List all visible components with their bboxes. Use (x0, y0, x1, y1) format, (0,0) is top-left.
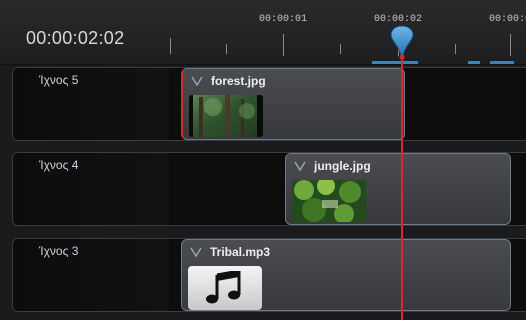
forest-image (189, 95, 263, 137)
ruler-marker (372, 61, 418, 64)
track-header[interactable]: Ίχνος 3 (13, 239, 169, 311)
track-4[interactable]: Ίχνος 4 jungle.jpg (12, 152, 526, 226)
track-name: Ίχνος 5 (39, 73, 79, 87)
clip-tribal[interactable]: Tribal.mp3 (181, 239, 511, 311)
ruler-label: 00:00:0 (488, 14, 526, 25)
clip-title: Tribal.mp3 (210, 245, 271, 259)
playhead-line[interactable] (401, 58, 403, 320)
ruler-tick (340, 44, 341, 54)
ruler-tick (510, 34, 511, 56)
ruler-label: 00:00:01 (258, 14, 308, 25)
track-3[interactable]: Ίχνος 3 Tribal.mp3 (12, 238, 526, 312)
chevron-down-icon[interactable] (294, 161, 306, 171)
clip-jungle[interactable]: jungle.jpg (285, 153, 511, 225)
clip-title: jungle.jpg (314, 159, 371, 173)
chevron-down-icon[interactable] (190, 247, 202, 257)
clip-title: forest.jpg (211, 74, 266, 88)
chevron-down-icon[interactable] (191, 76, 203, 86)
track-name: Ίχνος 3 (39, 244, 79, 258)
track-header[interactable]: Ίχνος 4 (13, 153, 169, 225)
jungle-image (292, 180, 366, 222)
timeline-ruler[interactable]: 00:00:02:02 00:00:01 00:00:02 00:00:0 (0, 0, 526, 65)
ruler-marker (490, 61, 514, 64)
current-timecode: 00:00:02:02 (26, 28, 125, 48)
track-name: Ίχνος 4 (39, 158, 79, 172)
track-header[interactable]: Ίχνος 5 (13, 68, 169, 140)
ruler-marker (468, 61, 480, 64)
music-note-icon (188, 266, 262, 310)
ruler-tick (283, 34, 284, 56)
clip-forest[interactable]: forest.jpg (181, 68, 405, 140)
ruler-tick (226, 44, 227, 54)
playhead-handle[interactable] (389, 24, 415, 60)
ruler-tick (170, 38, 171, 54)
ruler-tick (455, 44, 456, 54)
track-5[interactable]: Ίχνος 5 forest.jpg (12, 67, 526, 141)
